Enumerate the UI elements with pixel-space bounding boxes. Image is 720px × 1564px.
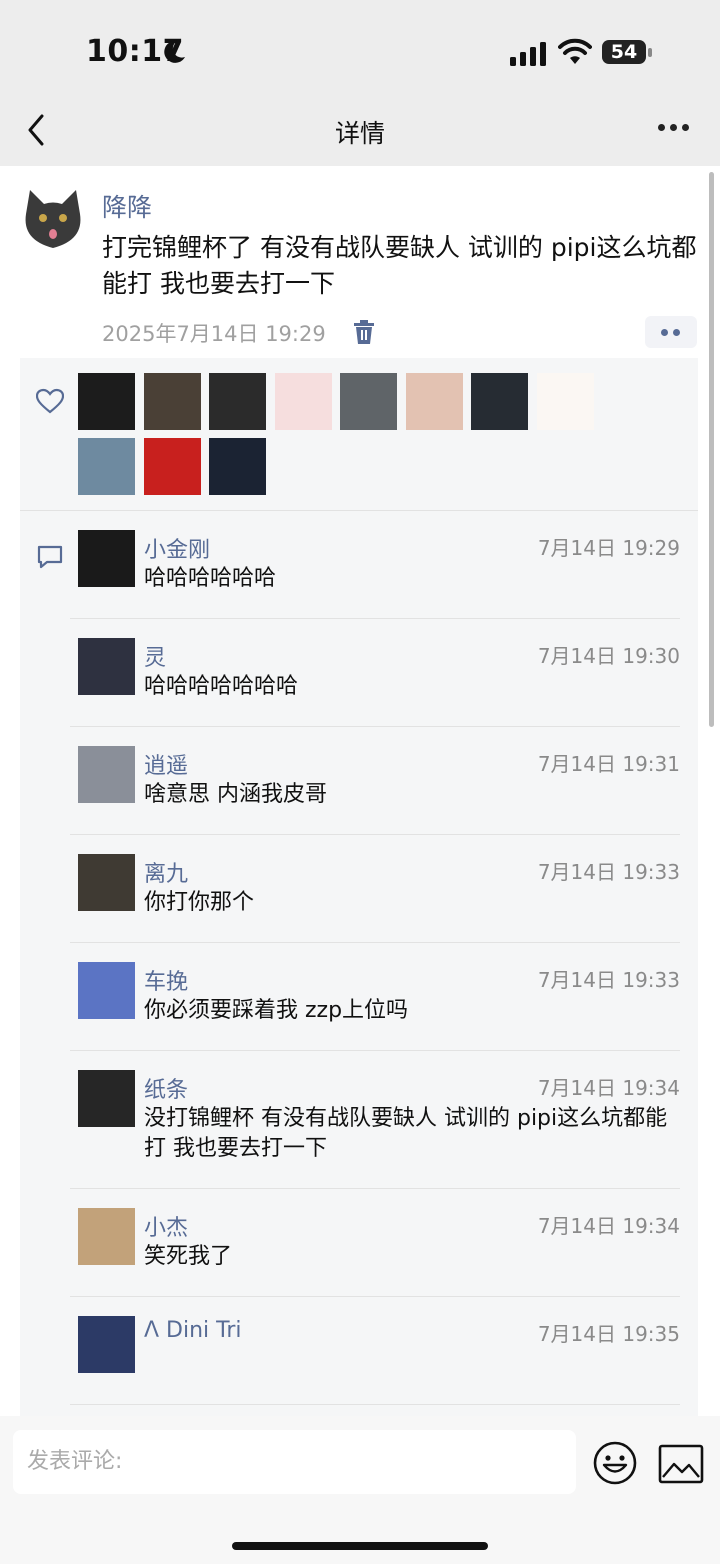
liker-avatar-dark-figure[interactable] bbox=[78, 373, 135, 430]
commenter-name[interactable]: Λ Dini Tri bbox=[144, 1318, 242, 1343]
scrollbar[interactable] bbox=[709, 172, 714, 727]
interaction-panel: 小金刚 7月14日 19:29 哈哈哈哈哈哈灵 7月14日 19:30 哈哈哈哈哈哈哈逍… bbox=[20, 358, 698, 1438]
comment-divider bbox=[70, 1296, 680, 1297]
comment-timestamp: 7月14日 19:33 bbox=[537, 968, 680, 992]
comment-text[interactable]: 你必须要踩着我 zzp上位吗 bbox=[144, 996, 679, 1026]
comment-text[interactable]: 哈哈哈哈哈哈 bbox=[144, 564, 679, 594]
comment-input-bar: 发表评论: bbox=[0, 1416, 720, 1564]
page-title: 详情 bbox=[334, 119, 385, 148]
commenter-avatar[interactable] bbox=[78, 1208, 135, 1265]
more-options-icon[interactable] bbox=[658, 124, 690, 132]
wifi-icon bbox=[558, 38, 592, 64]
battery-level: 54 bbox=[610, 41, 638, 63]
liker-avatar-landscape[interactable] bbox=[340, 373, 397, 430]
commenter-avatar[interactable] bbox=[78, 530, 135, 587]
comment-text[interactable]: 哈哈哈哈哈哈哈 bbox=[144, 672, 679, 702]
liker-avatar-child-photo[interactable] bbox=[405, 373, 463, 430]
like-comment-menu-button[interactable] bbox=[645, 316, 697, 348]
comment-timestamp: 7月14日 19:33 bbox=[537, 860, 680, 884]
comment-text[interactable]: 没打锦鲤杯 有没有战队要缺人 试训的 pipi这么坑都能打 我也要去打一下 bbox=[144, 1104, 679, 1164]
commenter-name[interactable]: 离九 bbox=[144, 856, 188, 888]
liker-avatar-night-light[interactable] bbox=[209, 438, 266, 495]
comment-divider bbox=[70, 618, 680, 619]
post-timestamp: 2025年7月14日 19:29 bbox=[102, 322, 326, 346]
comment-timestamp: 7月14日 19:35 bbox=[537, 1322, 680, 1346]
commenter-name[interactable]: 灵 bbox=[144, 640, 166, 672]
comment-divider bbox=[70, 1050, 680, 1051]
comment-divider bbox=[70, 942, 680, 943]
commenter-name[interactable]: 车挽 bbox=[144, 964, 188, 996]
emoji-icon[interactable] bbox=[592, 1440, 638, 1486]
commenter-name[interactable]: 小金刚 bbox=[144, 532, 210, 564]
comment-divider bbox=[70, 1188, 680, 1189]
liker-avatar-seaside[interactable] bbox=[78, 438, 135, 495]
commenter-name[interactable]: 纸条 bbox=[144, 1072, 188, 1104]
liker-avatar-anime-glasses[interactable] bbox=[209, 373, 266, 430]
comment-divider bbox=[70, 834, 680, 835]
liker-avatar-text-image[interactable] bbox=[536, 373, 594, 430]
commenter-avatar[interactable] bbox=[78, 1316, 135, 1373]
cellular-signal-icon bbox=[510, 42, 546, 66]
liker-avatar-pink-cartoon[interactable] bbox=[274, 373, 332, 430]
comment-timestamp: 7月14日 19:34 bbox=[537, 1076, 680, 1100]
comment-icon bbox=[37, 545, 63, 569]
comment-divider bbox=[70, 1404, 680, 1405]
author-avatar[interactable] bbox=[18, 184, 88, 254]
home-indicator[interactable] bbox=[232, 1542, 488, 1550]
divider bbox=[20, 510, 698, 511]
comment-text[interactable]: 啥意思 内涵我皮哥 bbox=[144, 780, 679, 810]
status-bar: 10:17 54 bbox=[0, 0, 720, 100]
commenter-name[interactable]: 小杰 bbox=[144, 1210, 188, 1242]
author-name[interactable]: 降降 bbox=[102, 188, 152, 224]
comment-timestamp: 7月14日 19:31 bbox=[537, 752, 680, 776]
commenter-name[interactable]: 逍遥 bbox=[144, 748, 188, 780]
navigation-bar: 详情 bbox=[0, 100, 720, 166]
comment-timestamp: 7月14日 19:30 bbox=[537, 644, 680, 668]
image-icon[interactable] bbox=[658, 1444, 704, 1484]
liker-avatar-street-photo[interactable] bbox=[143, 373, 201, 430]
commenter-avatar[interactable] bbox=[78, 962, 135, 1019]
comment-input[interactable]: 发表评论: bbox=[13, 1430, 576, 1494]
liker-avatar-anime-dark[interactable] bbox=[471, 373, 528, 430]
moon-icon bbox=[164, 40, 185, 63]
comment-text[interactable]: 笑死我了 bbox=[144, 1242, 679, 1272]
liker-avatar-flag-cartoon[interactable] bbox=[143, 438, 201, 495]
commenter-avatar[interactable] bbox=[78, 1070, 135, 1127]
comment-timestamp: 7月14日 19:29 bbox=[537, 536, 680, 560]
commenter-avatar[interactable] bbox=[78, 854, 135, 911]
comment-timestamp: 7月14日 19:34 bbox=[537, 1214, 680, 1238]
comment-text[interactable]: 你打你那个 bbox=[144, 888, 679, 918]
heart-icon bbox=[36, 388, 64, 414]
delete-icon[interactable] bbox=[352, 319, 376, 345]
battery-indicator: 54 bbox=[602, 40, 652, 66]
post-content: 打完锦鲤杯了 有没有战队要缺人 试训的 pipi这么坑都能打 我也要去打一下 bbox=[102, 233, 697, 298]
comment-divider bbox=[70, 726, 680, 727]
commenter-avatar[interactable] bbox=[78, 638, 135, 695]
commenter-avatar[interactable] bbox=[78, 746, 135, 803]
